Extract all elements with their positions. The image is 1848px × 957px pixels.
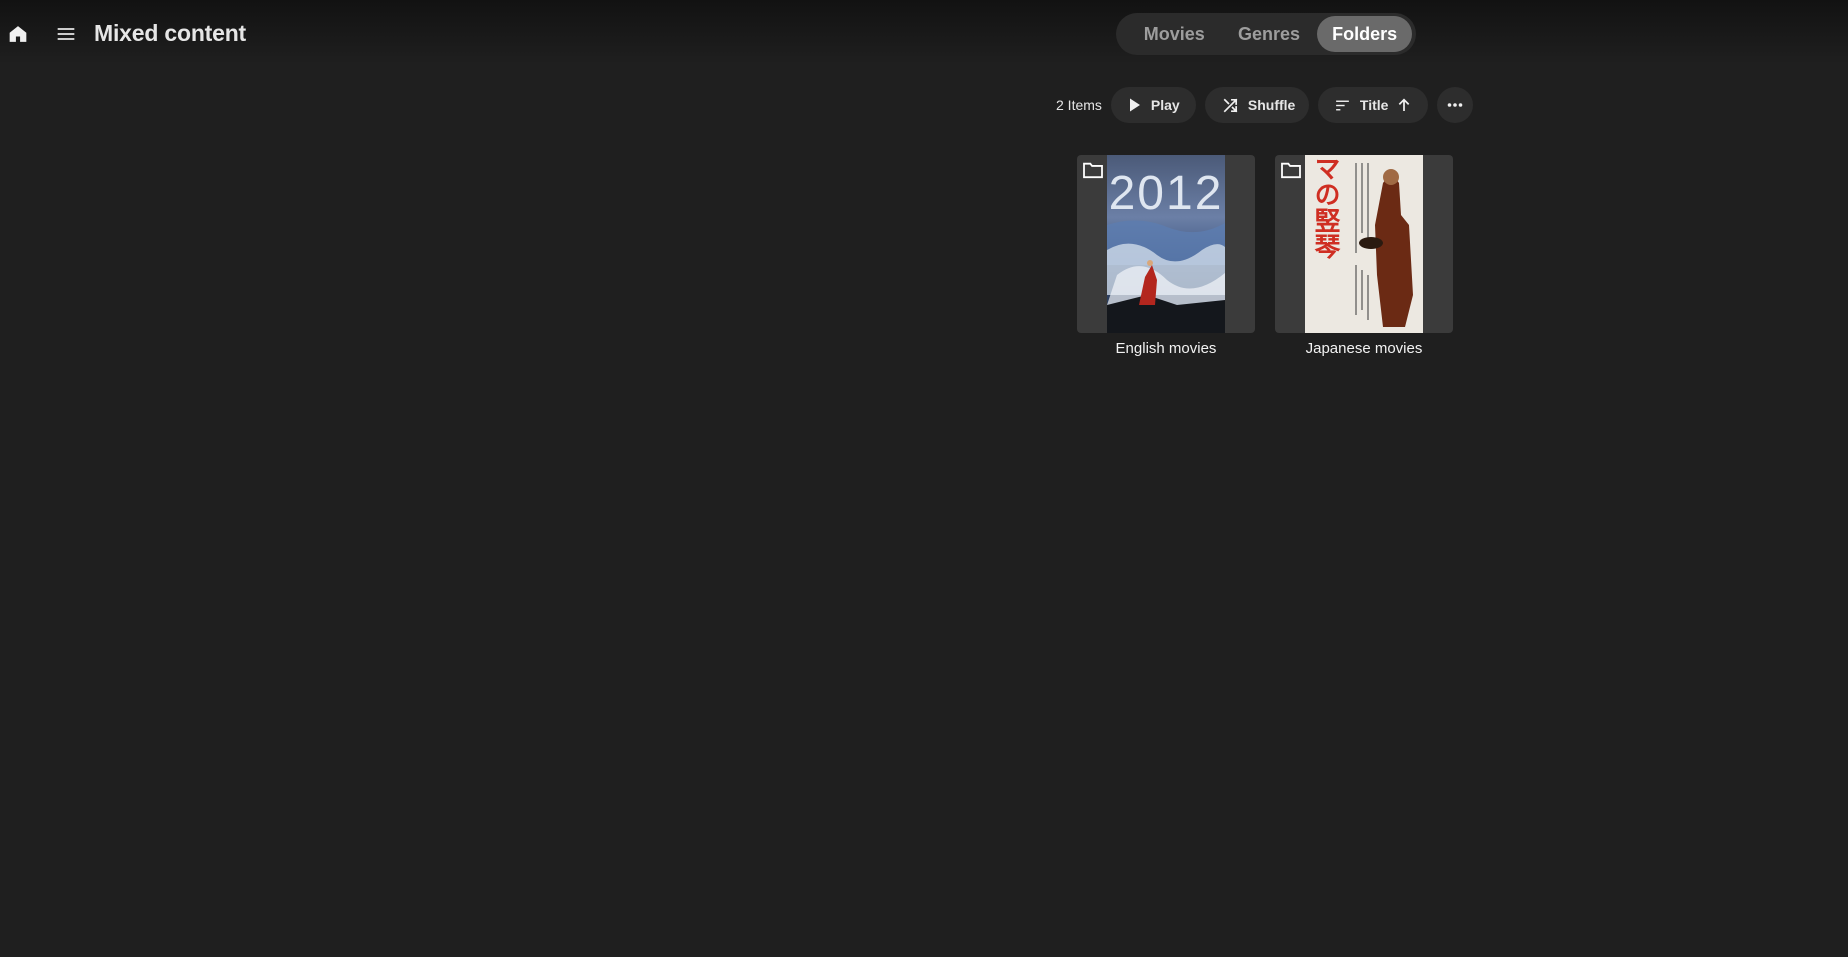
- sort-button[interactable]: Title: [1317, 87, 1428, 123]
- app-header: Mixed content Movies Genres Folders: [0, 0, 1848, 68]
- folder-label[interactable]: English movies: [1077, 340, 1255, 357]
- poster-title-text: 2012: [1109, 167, 1224, 220]
- tab-movies[interactable]: Movies: [1126, 16, 1223, 52]
- poster-image: ビルマの竪琴: [1305, 155, 1423, 333]
- view-tabs: Movies Genres Folders: [1116, 13, 1416, 55]
- hamburger-menu-icon: [57, 28, 75, 40]
- card-image-frame[interactable]: ビルマの竪琴: [1275, 155, 1453, 333]
- more-horizontal-icon: [1447, 103, 1463, 107]
- tab-folders[interactable]: Folders: [1317, 16, 1412, 52]
- page-title: Mixed content: [94, 20, 247, 46]
- page: Mixed content Movies Genres Folders 2 It…: [0, 0, 1848, 957]
- library-toolbar: 2 Items Play Shuffle Title: [1056, 87, 1473, 123]
- play-button[interactable]: Play: [1110, 87, 1196, 123]
- item-count: 2 Items: [1056, 97, 1102, 113]
- folder-label[interactable]: Japanese movies: [1275, 340, 1453, 357]
- shuffle-label: Shuffle: [1247, 97, 1296, 113]
- card-image-frame[interactable]: 2012: [1077, 155, 1255, 333]
- sort-label: Title: [1359, 97, 1389, 113]
- sort-icon: [1336, 100, 1349, 110]
- poster-image: 2012: [1107, 155, 1225, 333]
- home-button[interactable]: [0, 16, 36, 52]
- folder-icon: [1083, 162, 1103, 179]
- folder-card-japanese-movies[interactable]: ビルマの竪琴 Japanese movies: [1275, 155, 1453, 357]
- poster-title-text: ビルマの竪琴: [1310, 155, 1340, 260]
- play-icon: [1129, 98, 1140, 112]
- more-options-button[interactable]: [1436, 87, 1473, 123]
- menu-button[interactable]: [48, 16, 84, 52]
- arrow-up-icon: [1399, 98, 1410, 111]
- home-icon: [9, 26, 27, 42]
- shuffle-icon: [1223, 98, 1238, 112]
- play-label: Play: [1150, 97, 1180, 113]
- tab-genres[interactable]: Genres: [1223, 16, 1316, 52]
- shuffle-button[interactable]: Shuffle: [1204, 87, 1309, 123]
- folder-card-english-movies[interactable]: 2012 English movies: [1077, 155, 1255, 357]
- folder-icon: [1281, 162, 1301, 179]
